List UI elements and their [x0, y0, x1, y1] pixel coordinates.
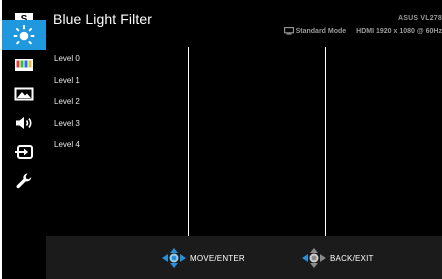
monitor-icon [283, 27, 294, 35]
sound-icon [16, 117, 32, 129]
back-exit-hint: BACK/EXIT [300, 247, 374, 269]
list-item[interactable]: Level 0 [54, 53, 80, 75]
list-item[interactable]: Level 3 [54, 118, 80, 140]
column-divider [325, 47, 326, 236]
sidebar-item-input-select[interactable] [2, 137, 46, 167]
status-line: Standard Mode HDMI 1920 x 1080 @ 60Hz [283, 27, 442, 35]
system-setup-icon [16, 173, 32, 189]
move-enter-label: MOVE/ENTER [190, 253, 245, 263]
sidebar: S [2, 0, 46, 236]
mode-label: Standard Mode [295, 27, 347, 35]
model-name: ASUS VL278 [397, 15, 442, 22]
dpad-move-icon [162, 248, 186, 268]
color-icon [15, 59, 33, 71]
sidebar-item-blue-light-filter[interactable] [2, 20, 46, 50]
list-item[interactable]: Level 4 [54, 139, 80, 161]
dpad-back-icon [302, 248, 326, 268]
osd-menu: S [1, 0, 442, 279]
sidebar-item-color[interactable] [2, 50, 46, 80]
option-list: Level 0 Level 1 Level 2 Level 3 Level 4 [54, 53, 80, 161]
back-exit-label: BACK/EXIT [330, 253, 374, 263]
image-icon [14, 87, 34, 101]
page-title: Blue Light Filter [53, 11, 152, 27]
move-enter-hint: MOVE/ENTER [160, 247, 245, 269]
sidebar-item-sound[interactable] [2, 108, 46, 138]
sidebar-item-image[interactable] [2, 79, 46, 109]
list-item[interactable]: Level 2 [54, 96, 80, 118]
input-info: HDMI 1920 x 1080 @ 60Hz [356, 27, 442, 35]
footer-bar: MOVE/ENTER BACK/EXIT [46, 236, 442, 279]
header: Blue Light Filter ASUS VL278 Standard Mo… [46, 0, 442, 42]
options-panel: Level 0 Level 1 Level 2 Level 3 Level 4 [46, 42, 442, 236]
sidebar-item-system-setup[interactable] [2, 166, 46, 196]
blue-light-filter-icon [13, 25, 35, 45]
column-divider [188, 47, 189, 236]
input-select-icon [15, 145, 33, 159]
list-item[interactable]: Level 1 [54, 75, 80, 97]
